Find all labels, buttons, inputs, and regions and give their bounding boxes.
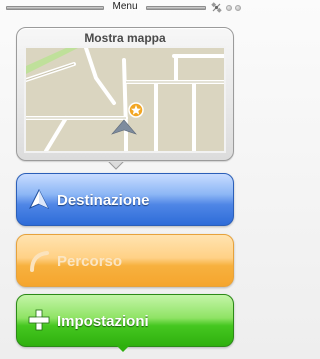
map-card-title: Mostra mappa xyxy=(84,31,166,45)
menu-title: Menu xyxy=(112,1,138,12)
title-bar-right-rule xyxy=(146,6,206,10)
destination-label: Destinazione xyxy=(57,192,150,209)
map-thumbnail xyxy=(26,48,224,151)
settings-button-pointer xyxy=(116,345,130,352)
settings-label: Impostazioni xyxy=(57,313,149,330)
top-bar: Menu xyxy=(0,0,250,16)
destination-button[interactable]: Destinazione xyxy=(16,173,234,226)
navigation-arrow-icon xyxy=(28,188,50,210)
route-button[interactable]: Percorso xyxy=(16,234,234,287)
page-indicator-dot xyxy=(235,5,241,11)
map-preview[interactable] xyxy=(24,46,226,153)
route-label: Percorso xyxy=(57,253,123,270)
show-map-card[interactable]: Mostra mappa xyxy=(16,27,234,161)
page-indicator-dot xyxy=(226,5,232,11)
settings-button[interactable]: Impostazioni xyxy=(16,294,234,347)
title-bar-left-rule xyxy=(6,6,104,10)
satellite-icon xyxy=(211,2,222,13)
route-curve-icon xyxy=(30,251,49,272)
star-marker-icon xyxy=(128,102,144,118)
plus-icon xyxy=(28,309,50,331)
map-card-pointer xyxy=(108,161,124,170)
